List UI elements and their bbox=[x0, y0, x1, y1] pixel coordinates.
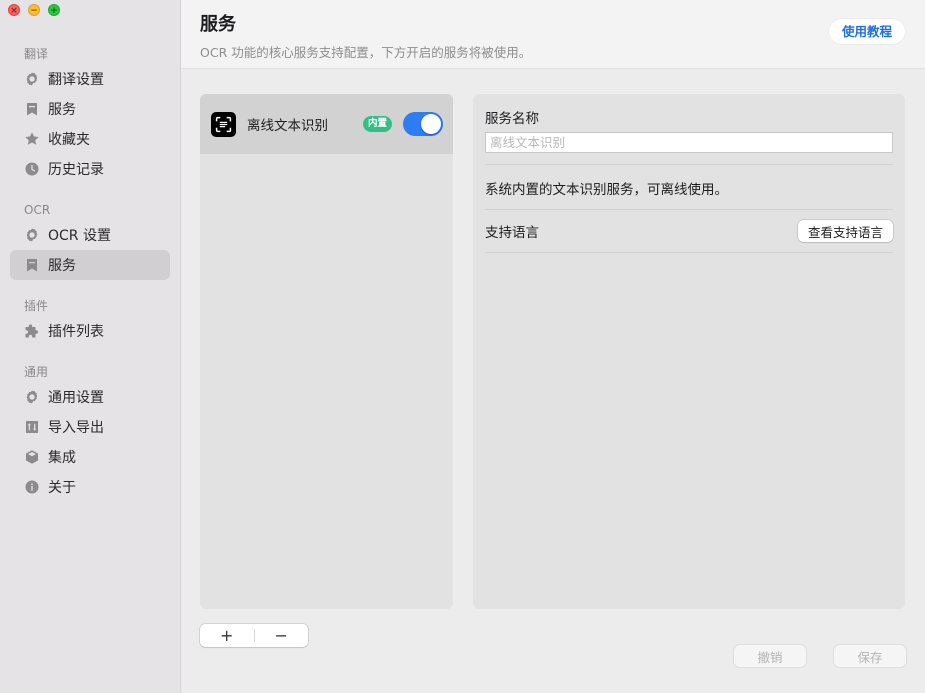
sidebar-section-title: OCR bbox=[24, 203, 51, 217]
sidebar-item-label: 翻译设置 bbox=[48, 72, 104, 88]
divider bbox=[485, 164, 893, 165]
gear-icon bbox=[24, 227, 40, 243]
sidebar-item-about[interactable]: 关于 bbox=[10, 472, 170, 502]
sidebar-item-label: 关于 bbox=[48, 480, 76, 496]
page-header: 服务 OCR 功能的核心服务支持配置，下方开启的服务将被使用。 使用教程 bbox=[181, 0, 925, 69]
remove-service-button[interactable]: − bbox=[255, 624, 309, 647]
sidebar-item-label: 集成 bbox=[48, 450, 76, 466]
clock-icon bbox=[24, 161, 40, 177]
tutorial-button[interactable]: 使用教程 bbox=[828, 19, 905, 44]
sidebar-section-title: 通用 bbox=[24, 365, 49, 379]
sidebar-item-label: 服务 bbox=[48, 102, 76, 118]
service-name-input[interactable] bbox=[485, 132, 893, 153]
sidebar-section-translate: 翻译 翻译设置 服务 收藏夹 历史记录 bbox=[10, 44, 170, 184]
service-list: 离线文本识别 内置 bbox=[200, 94, 453, 609]
toggle-knob bbox=[421, 114, 441, 134]
cube-icon bbox=[24, 449, 40, 465]
add-service-button[interactable]: + bbox=[200, 624, 254, 647]
import-export-icon bbox=[24, 419, 40, 435]
traffic-lights: × − + bbox=[8, 4, 60, 16]
builtin-badge: 内置 bbox=[363, 116, 393, 132]
sidebar-item-label: OCR 设置 bbox=[48, 228, 111, 244]
supported-languages-label: 支持语言 bbox=[485, 225, 539, 241]
app-window: × − + 翻译 翻译设置 服务 收藏夹 历史记录 OCR OCR 设置 服务 … bbox=[0, 0, 925, 693]
supported-languages-row: 支持语言 查看支持语言 bbox=[485, 210, 893, 252]
page-subtitle: OCR 功能的核心服务支持配置，下方开启的服务将被使用。 bbox=[200, 45, 532, 60]
info-icon bbox=[24, 479, 40, 495]
sidebar-section-title: 翻译 bbox=[24, 47, 49, 61]
text-scan-icon bbox=[211, 111, 236, 137]
cancel-button[interactable]: 撤销 bbox=[734, 645, 806, 667]
sidebar-item-translate-services[interactable]: 服务 bbox=[10, 94, 170, 124]
sidebar-item-history[interactable]: 历史记录 bbox=[10, 154, 170, 184]
service-enable-toggle[interactable] bbox=[403, 112, 443, 136]
window-close-button[interactable]: × bbox=[8, 4, 20, 16]
sidebar-section-general: 通用 通用设置 导入导出 集成 关于 bbox=[10, 362, 170, 502]
puzzle-icon bbox=[24, 323, 40, 339]
add-remove-control: + − bbox=[200, 624, 308, 647]
service-name: 离线文本识别 bbox=[247, 118, 328, 134]
divider bbox=[485, 252, 893, 253]
bookmark-icon bbox=[24, 257, 40, 273]
sidebar: × − + 翻译 翻译设置 服务 收藏夹 历史记录 OCR OCR 设置 服务 … bbox=[0, 0, 181, 693]
sidebar-item-label: 通用设置 bbox=[48, 390, 104, 406]
service-list-item[interactable]: 离线文本识别 内置 bbox=[200, 94, 453, 154]
page-title: 服务 bbox=[200, 14, 236, 35]
sidebar-item-label: 导入导出 bbox=[48, 420, 104, 436]
save-button[interactable]: 保存 bbox=[834, 645, 906, 667]
sidebar-section-plugins: 插件 插件列表 bbox=[10, 296, 170, 346]
sidebar-item-label: 收藏夹 bbox=[48, 132, 90, 148]
window-maximize-button[interactable]: + bbox=[48, 4, 60, 16]
sidebar-item-general-settings[interactable]: 通用设置 bbox=[10, 382, 170, 412]
sidebar-item-label: 服务 bbox=[48, 258, 76, 274]
service-name-label: 服务名称 bbox=[485, 111, 539, 127]
sidebar-item-translate-settings[interactable]: 翻译设置 bbox=[10, 64, 170, 94]
star-icon bbox=[24, 131, 40, 147]
main-content: 服务 OCR 功能的核心服务支持配置，下方开启的服务将被使用。 使用教程 离线文… bbox=[181, 0, 925, 693]
sidebar-section-title: 插件 bbox=[24, 299, 49, 313]
sidebar-item-favorites[interactable]: 收藏夹 bbox=[10, 124, 170, 154]
sidebar-item-plugin-list[interactable]: 插件列表 bbox=[10, 316, 170, 346]
gear-icon bbox=[24, 71, 40, 87]
view-languages-button[interactable]: 查看支持语言 bbox=[797, 220, 893, 242]
bookmark-icon bbox=[24, 101, 40, 117]
service-detail-panel: 服务名称 系统内置的文本识别服务，可离线使用。 支持语言 查看支持语言 bbox=[473, 94, 905, 609]
gear-icon bbox=[24, 389, 40, 405]
window-minimize-button[interactable]: − bbox=[28, 4, 40, 16]
sidebar-item-label: 插件列表 bbox=[48, 324, 104, 340]
sidebar-item-label: 历史记录 bbox=[48, 162, 104, 178]
sidebar-section-ocr: OCR OCR 设置 服务 bbox=[10, 200, 170, 280]
sidebar-item-ocr-services[interactable]: 服务 bbox=[10, 250, 170, 280]
sidebar-item-integration[interactable]: 集成 bbox=[10, 442, 170, 472]
sidebar-item-ocr-settings[interactable]: OCR 设置 bbox=[10, 220, 170, 250]
service-description: 系统内置的文本识别服务，可离线使用。 bbox=[485, 182, 728, 198]
sidebar-item-import-export[interactable]: 导入导出 bbox=[10, 412, 170, 442]
